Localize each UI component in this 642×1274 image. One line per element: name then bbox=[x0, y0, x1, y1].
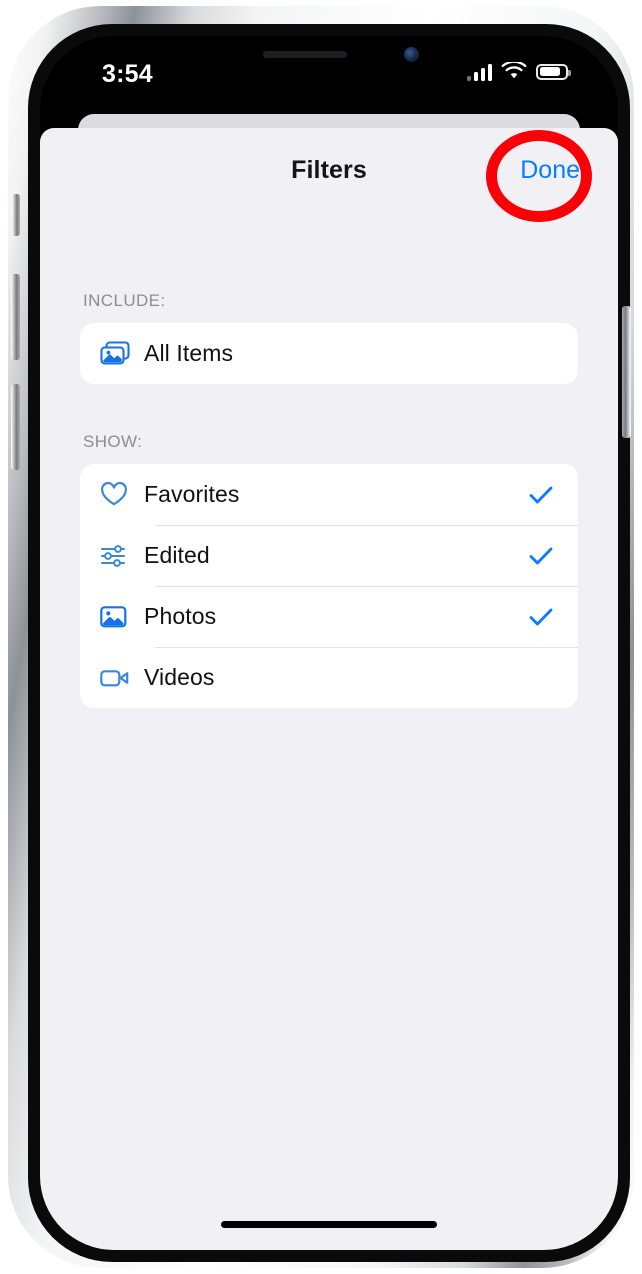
photo-stack-icon bbox=[100, 341, 144, 366]
list-item-videos[interactable]: Videos bbox=[80, 647, 578, 708]
list-item-label: Edited bbox=[144, 542, 210, 568]
list-item-label: All Items bbox=[144, 340, 234, 366]
wifi-icon bbox=[501, 62, 527, 79]
checkmark-icon bbox=[526, 546, 556, 566]
home-indicator[interactable] bbox=[221, 1221, 437, 1228]
cellular-signal-icon bbox=[466, 63, 492, 81]
volume-down-button[interactable] bbox=[11, 384, 20, 470]
notch bbox=[213, 36, 445, 72]
front-camera-icon bbox=[404, 47, 419, 62]
list-item-all-items[interactable]: All Items bbox=[80, 323, 578, 384]
list-item-edited[interactable]: Edited bbox=[80, 525, 578, 586]
list-item-photos[interactable]: Photos bbox=[80, 586, 578, 647]
done-button[interactable]: Done bbox=[520, 156, 580, 185]
power-button[interactable] bbox=[622, 306, 631, 438]
list-item-label: Favorites bbox=[144, 481, 240, 507]
status-time: 3:54 bbox=[102, 60, 153, 88]
volume-up-button[interactable] bbox=[11, 274, 20, 360]
list-item-label: Videos bbox=[144, 664, 215, 690]
video-camera-icon bbox=[100, 667, 144, 689]
show-list: Favorites Edited Photos Videos bbox=[80, 464, 578, 708]
battery-icon bbox=[536, 63, 571, 80]
sheet-header: Filters Done bbox=[40, 128, 618, 206]
speaker-grille-icon bbox=[263, 51, 347, 58]
checkmark-icon bbox=[526, 607, 556, 627]
photo-icon bbox=[100, 605, 144, 629]
status-indicators bbox=[466, 62, 571, 81]
filters-sheet: Filters Done INCLUDE: All Items SHOW: Fa… bbox=[40, 128, 618, 1250]
silent-switch-button[interactable] bbox=[12, 194, 20, 236]
phone-screen: 3:54 Filters Done INCLUDE: All Items SHO… bbox=[40, 36, 618, 1250]
sliders-icon bbox=[100, 544, 144, 568]
battery-fill bbox=[539, 67, 560, 76]
include-list: All Items bbox=[80, 323, 578, 384]
list-item-favorites[interactable]: Favorites bbox=[80, 464, 578, 525]
checkmark-icon bbox=[526, 485, 556, 505]
heart-icon bbox=[100, 482, 144, 507]
show-section-label: SHOW: bbox=[83, 432, 143, 451]
list-item-label: Photos bbox=[144, 603, 217, 629]
phone-frame: 3:54 Filters Done INCLUDE: All Items SHO… bbox=[8, 6, 634, 1268]
include-section-label: INCLUDE: bbox=[83, 291, 166, 310]
